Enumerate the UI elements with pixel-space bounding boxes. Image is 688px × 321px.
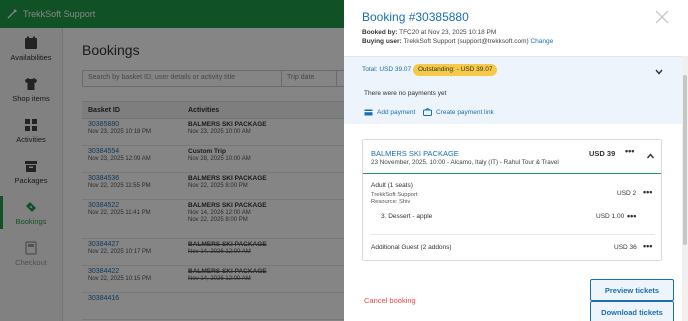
- line-item-price: USD 36: [614, 244, 637, 251]
- more-options-icon[interactable]: •••: [627, 211, 636, 221]
- scrollbar-thumb[interactable]: [683, 75, 687, 245]
- line-item-resource: Resource: Shiv: [371, 199, 411, 205]
- more-options-icon[interactable]: •••: [643, 241, 652, 251]
- download-tickets-button[interactable]: Download tickets: [590, 301, 674, 321]
- create-link-label: Create payment link: [436, 109, 494, 116]
- booked-by: Booked by: TFC20 at Nov 23, 2025 10:18 P…: [362, 29, 496, 36]
- change-user-link[interactable]: Change: [530, 38, 553, 45]
- add-payment-label: Add payment: [377, 109, 416, 116]
- no-payments-text: There were no payments yet: [364, 90, 447, 97]
- buying-user-label: Buying user:: [362, 38, 402, 45]
- booked-by-label: Booked by:: [362, 29, 398, 36]
- booking-detail-panel: Booking #30385880 Booked by: TFC20 at No…: [344, 0, 688, 321]
- more-options-icon[interactable]: •••: [643, 187, 652, 197]
- line-item-sub: TrekkSoft Support: [371, 192, 418, 198]
- payment-card-icon: [364, 108, 373, 117]
- buying-user-value: TrekkSoft Support (support@trekksoft.com…: [403, 38, 529, 45]
- app-root: TrekkSoft Support Availabilities Shop it…: [0, 0, 688, 321]
- close-icon[interactable]: [654, 9, 670, 25]
- package-card: BALMERS SKI PACKAGE 23 November, 2025, 1…: [362, 139, 662, 261]
- outstanding-badge: Outstanding: - USD 39.07: [413, 64, 498, 76]
- package-name[interactable]: BALMERS SKI PACKAGE: [371, 149, 459, 158]
- package-description: 23 November, 2025, 10:00 - Alcamo, Italy…: [371, 159, 559, 166]
- buying-user: Buying user: TrekkSoft Support (support@…: [362, 38, 553, 45]
- add-payment-button[interactable]: Add payment: [364, 108, 415, 117]
- more-options-icon[interactable]: •••: [625, 146, 634, 156]
- booked-by-value: TFC20 at Nov 23, 2025 10:18 PM: [399, 29, 497, 36]
- modal-backdrop[interactable]: [0, 0, 344, 321]
- package-header: BALMERS SKI PACKAGE 23 November, 2025, 1…: [363, 140, 661, 174]
- link-icon: [423, 107, 432, 117]
- package-price: USD 39: [589, 149, 616, 158]
- line-item-label: Additional Guest (2 addons): [371, 244, 452, 251]
- line-item-label: Adult (1 seats): [371, 182, 413, 189]
- booking-title: Booking #30385880: [362, 10, 469, 24]
- line-item-label: 3. Dessert - apple: [381, 213, 433, 220]
- cancel-booking-link[interactable]: Cancel booking: [364, 296, 416, 305]
- chevron-down-icon[interactable]: [654, 64, 664, 75]
- create-payment-link-button[interactable]: Create payment link: [423, 107, 494, 117]
- chevron-up-icon[interactable]: [646, 148, 655, 159]
- total-amount: Total: USD 39.07: [362, 66, 412, 73]
- preview-tickets-button[interactable]: Preview tickets: [590, 279, 674, 301]
- line-item-price: USD 1.00: [596, 213, 625, 220]
- line-item-price: USD 2: [617, 190, 637, 197]
- divider: [371, 234, 655, 235]
